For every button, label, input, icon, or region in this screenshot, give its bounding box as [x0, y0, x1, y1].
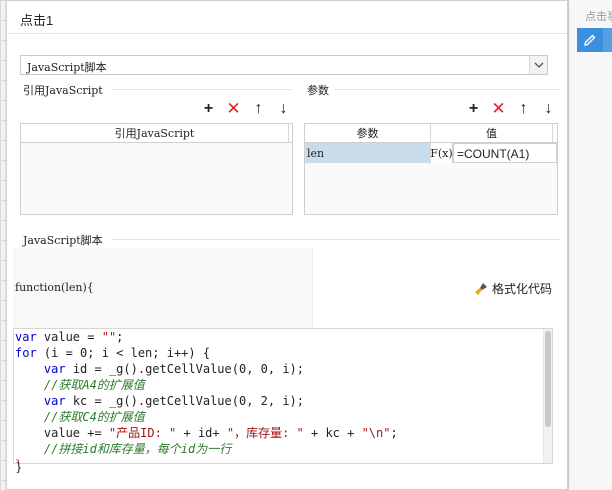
arrow-up-icon[interactable]: ↑ — [515, 100, 532, 117]
format-code-label: 格式化代码 — [492, 282, 553, 296]
pencil-icon[interactable] — [577, 28, 603, 52]
side-panel-hint: 点击事 — [585, 11, 612, 23]
arrow-up-icon[interactable]: ↑ — [250, 100, 267, 117]
code-line: var kc = _g().getCellValue(0, 2, i); — [43, 394, 305, 408]
ref-js-table[interactable]: 引用JavaScript — [20, 123, 293, 215]
code-comment: //获取A4的扩展值 — [15, 378, 145, 392]
ref-js-column-header: 引用JavaScript — [21, 124, 289, 142]
code-line: } — [14, 457, 552, 463]
code-comment: //获取C4的扩展值 — [15, 410, 145, 424]
ref-js-divider — [112, 89, 292, 90]
formula-fx-icon[interactable]: F(x) — [430, 143, 453, 163]
params-title: 参数 — [307, 84, 329, 97]
script-type-select[interactable]: JavaScript脚本 — [20, 55, 548, 75]
params-table-header: 参数 值 — [305, 124, 557, 143]
params-column-name: 参数 — [305, 124, 431, 142]
code-scrollbar-thumb[interactable] — [545, 331, 551, 427]
code-line: var id = _g().getCellValue(0, 0, i); — [43, 362, 305, 376]
param-value-cell[interactable]: =COUNT(A1) — [453, 143, 557, 163]
ref-js-table-header: 引用JavaScript — [21, 124, 292, 143]
params-divider — [335, 89, 560, 90]
code-editor[interactable]: var value = ""; for (i = 0; i < len; i++… — [13, 328, 553, 464]
side-panel-button-2[interactable] — [603, 28, 612, 52]
code-line: var value = ""; — [15, 330, 124, 344]
format-code-button[interactable]: 格式化代码 — [474, 280, 552, 297]
chevron-down-icon[interactable] — [529, 56, 547, 74]
brush-icon — [474, 282, 488, 296]
param-name-cell[interactable]: len — [305, 143, 431, 163]
delete-icon[interactable]: ✕ — [225, 99, 242, 118]
function-signature: function(len){ — [15, 281, 94, 294]
arrow-down-icon[interactable]: ↓ — [275, 100, 292, 117]
ref-js-toolbar: + ✕ ↑ ↓ — [200, 99, 292, 118]
delete-icon[interactable]: ✕ — [490, 99, 507, 118]
dialog-title: 点击1 — [7, 1, 567, 34]
params-toolbar: + ✕ ↑ ↓ — [465, 99, 557, 118]
script-title: JavaScript脚本 — [23, 234, 103, 247]
params-column-value: 值 — [431, 124, 553, 142]
side-panel: 点击事 — [568, 0, 612, 490]
table-row[interactable]: len F(x) =COUNT(A1) — [305, 143, 557, 163]
function-closing-brace: } — [15, 460, 23, 474]
ref-js-title: 引用JavaScript — [23, 84, 103, 97]
add-icon[interactable]: + — [465, 100, 482, 117]
code-comment: //拼接id和库存量，每个id为一行 — [15, 442, 232, 456]
add-icon[interactable]: + — [200, 100, 217, 117]
code-scrollbar[interactable] — [543, 329, 552, 463]
script-type-value: JavaScript脚本 — [27, 61, 107, 74]
script-divider — [112, 239, 560, 240]
pencil-icon-glyph — [584, 34, 596, 46]
arrow-down-icon[interactable]: ↓ — [540, 100, 557, 117]
code-line: value += "产品ID: " + id+ "，库存量: " + kc + … — [15, 426, 398, 440]
params-table[interactable]: 参数 值 len F(x) =COUNT(A1) — [304, 123, 558, 215]
code-line: for (i = 0; i < len; i++) { — [15, 346, 211, 360]
